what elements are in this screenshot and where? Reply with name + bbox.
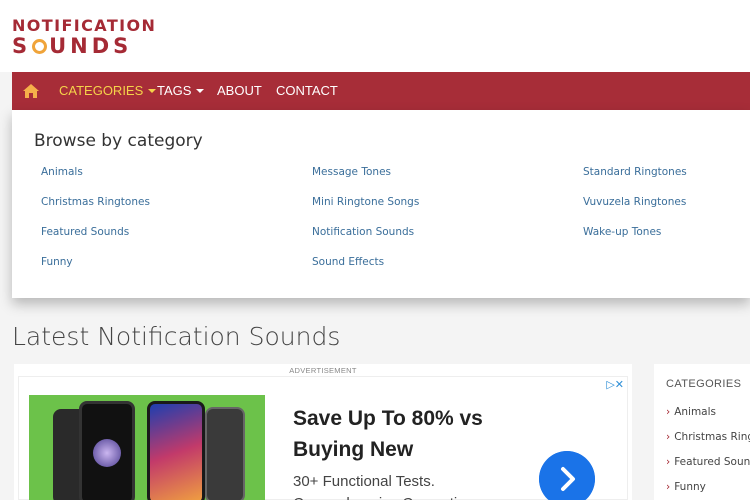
nav-tags-label: TAGS: [157, 83, 192, 98]
nav-contact[interactable]: CONTACT: [276, 72, 338, 110]
chevron-right-icon: ›: [666, 481, 671, 493]
category-link[interactable]: Vuvuzela Ringtones: [583, 196, 686, 208]
logo-ring-icon: [32, 39, 48, 54]
advertisement-container: ADVERTISEMENT ▷✕ Save Up To 80% vs Buyin…: [14, 364, 632, 500]
flower-wallpaper-icon: [93, 439, 121, 467]
site-logo[interactable]: NOTIFICATION S UNDS: [12, 16, 156, 57]
chevron-right-icon: ›: [666, 406, 671, 418]
category-link[interactable]: Christmas Ringtones: [41, 196, 150, 208]
nav-tags[interactable]: TAGS: [157, 72, 205, 110]
page-title: Latest Notification Sounds: [12, 322, 341, 351]
category-link[interactable]: Wake-up Tones: [583, 226, 661, 238]
ad-choices-close-icon[interactable]: ▷✕: [606, 378, 624, 391]
category-link[interactable]: Animals: [41, 166, 83, 178]
sidebar-item-label: Christmas Ringtones: [674, 431, 750, 443]
ad-label: ADVERTISEMENT: [289, 366, 357, 375]
caret-down-icon: [148, 89, 157, 93]
sidebar-item[interactable]: › Funny: [666, 481, 706, 493]
sidebar-title: CATEGORIES: [666, 378, 742, 390]
category-link[interactable]: Mini Ringtone Songs: [312, 196, 419, 208]
logo-text-line2: S UNDS: [12, 35, 156, 57]
arrow-right-icon[interactable]: [539, 451, 595, 500]
sidebar-item-label: Featured Sounds: [674, 456, 750, 468]
category-link[interactable]: Message Tones: [312, 166, 391, 178]
caret-down-icon: [196, 89, 205, 93]
ad-subtext: 30+ Functional Tests. Comprehensive Cosm…: [293, 473, 465, 500]
phone-image: [205, 407, 245, 500]
logo-letter-s: S: [12, 34, 32, 58]
main-navbar: CATEGORIES TAGS ABOUT CONTACT: [12, 72, 750, 110]
category-link[interactable]: Funny: [41, 256, 73, 268]
category-link[interactable]: Sound Effects: [312, 256, 384, 268]
category-link[interactable]: Featured Sounds: [41, 226, 129, 238]
nav-about-label: ABOUT: [217, 83, 262, 98]
nav-categories[interactable]: CATEGORIES: [59, 72, 157, 110]
ad-phones-image: [29, 395, 265, 500]
nav-categories-label: CATEGORIES: [59, 83, 144, 98]
sidebar-item[interactable]: ›Featured Sounds: [666, 456, 750, 468]
ad-headline[interactable]: Save Up To 80% vs Buying New: [293, 403, 533, 465]
sidebar-item-label: Funny: [674, 481, 706, 493]
logo-letters-unds: UNDS: [49, 34, 133, 58]
chevron-right-icon: ›: [666, 431, 671, 443]
chevron-right-icon: ›: [666, 456, 671, 468]
phone-image: [147, 401, 205, 500]
sidebar-item[interactable]: › Animals: [666, 406, 716, 418]
nav-contact-label: CONTACT: [276, 83, 338, 98]
site-header: NOTIFICATION S UNDS: [0, 0, 750, 72]
sidebar-item[interactable]: ›Christmas Ringtones: [666, 431, 750, 443]
sidebar-categories: CATEGORIES ›Animals ›Christmas Ringtones…: [654, 364, 750, 500]
nav-about[interactable]: ABOUT: [217, 72, 262, 110]
category-link[interactable]: Standard Ringtones: [583, 166, 687, 178]
categories-dropdown: Browse by category Animals Christmas Rin…: [12, 110, 750, 298]
ad-banner[interactable]: ▷✕ Save Up To 80% vs Buying New 30+ Func…: [18, 376, 628, 500]
dropdown-title: Browse by category: [34, 131, 203, 151]
category-link[interactable]: Notification Sounds: [312, 226, 414, 238]
home-icon[interactable]: [21, 81, 41, 101]
sidebar-item-label: Animals: [674, 406, 717, 418]
logo-text-line1: NOTIFICATION: [12, 16, 157, 35]
